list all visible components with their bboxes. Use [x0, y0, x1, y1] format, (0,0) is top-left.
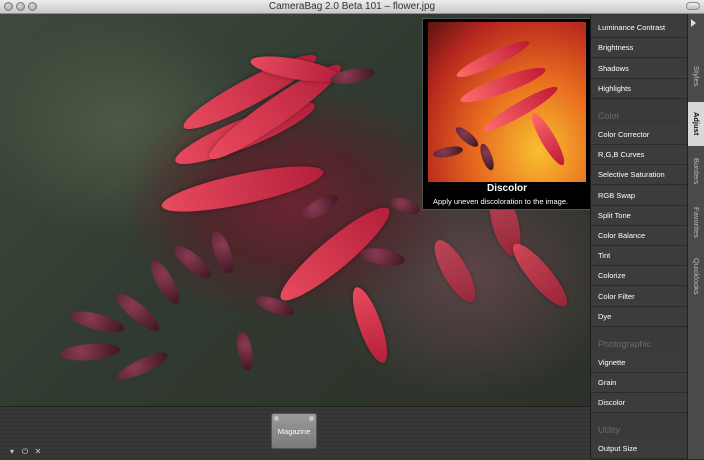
flower-bud — [298, 190, 342, 224]
section-color-header: Color — [598, 111, 620, 121]
adjust-item-split-tone[interactable]: Split Tone — [591, 206, 688, 226]
adjust-item-luminance-contrast[interactable]: Luminance Contrast — [591, 18, 688, 38]
flower-bud — [234, 330, 256, 372]
flower-petal — [505, 237, 575, 313]
adjustments-panel: Luminance Contrast Brightness Shadows Hi… — [590, 14, 688, 459]
close-icon[interactable]: ✕ — [33, 447, 43, 457]
adjust-item-color-balance[interactable]: Color Balance — [591, 226, 688, 246]
adjust-item-discolor[interactable]: Discolor — [591, 393, 688, 413]
flower-bud — [170, 241, 215, 283]
window-title: CameraBag 2.0 Beta 101 – flower.jpg — [268, 1, 436, 12]
tab-favorites-label: Favorites — [692, 206, 701, 238]
toolbar-toggle-button[interactable] — [686, 2, 700, 10]
power-icon[interactable]: ⏻ — [20, 447, 30, 457]
flower-petal — [427, 234, 483, 308]
adjust-item-grain[interactable]: Grain — [591, 373, 688, 393]
flower-bud — [145, 256, 185, 308]
adjust-item-color-corrector[interactable]: Color Corrector — [591, 125, 688, 145]
flower-bud — [59, 341, 121, 363]
adjust-item-vignette[interactable]: Vignette — [591, 353, 688, 373]
flower-bud — [388, 194, 422, 218]
preview-bud — [432, 144, 464, 160]
style-tile-label: Magazine — [277, 427, 311, 436]
flower-bud — [207, 228, 238, 276]
tab-borders-label: Borders — [692, 157, 701, 185]
adjust-item-tint[interactable]: Tint — [591, 246, 688, 266]
tile-remove-icon[interactable] — [309, 416, 314, 421]
title-bar: CameraBag 2.0 Beta 101 – flower.jpg — [0, 0, 704, 14]
section-utility-header: Utility — [598, 425, 620, 435]
adjust-item-rgb-swap[interactable]: RGB Swap — [591, 186, 688, 206]
applied-styles-strip: Magazine ▾ ⏻ ✕ — [0, 406, 590, 460]
flower-bud — [358, 245, 407, 269]
menu-down-icon[interactable]: ▾ — [7, 447, 17, 457]
section-photographic-header: Photographic — [598, 339, 652, 349]
preview-petal — [526, 109, 570, 169]
tab-adjust[interactable]: Adjust — [688, 102, 704, 146]
adjust-item-shadows[interactable]: Shadows — [591, 59, 688, 79]
adjust-item-brightness[interactable]: Brightness — [591, 38, 688, 58]
preview-bud — [477, 142, 497, 172]
tab-styles-label: Styles — [692, 65, 701, 87]
adjust-item-colorize[interactable]: Colorize — [591, 266, 688, 286]
flower-bud — [68, 307, 127, 337]
tab-styles[interactable]: Styles — [688, 50, 704, 102]
tile-handle-icon — [274, 416, 279, 421]
filter-preview-image — [428, 22, 586, 182]
collapse-arrow-icon[interactable] — [691, 19, 696, 27]
flower-bud — [114, 348, 171, 384]
filter-preview-popup: Discolor Apply uneven discoloration to t… — [422, 18, 592, 210]
adjust-item-selective-saturation[interactable]: Selective Saturation — [591, 165, 688, 185]
flower-petal — [345, 283, 395, 367]
tab-borders[interactable]: Borders — [688, 146, 704, 196]
adjust-item-dye[interactable]: Dye — [591, 307, 688, 327]
adjust-item-rgb-curves[interactable]: R,G,B Curves — [591, 145, 688, 165]
adjust-item-output-size[interactable]: Output Size — [591, 439, 688, 459]
tab-favorites[interactable]: Favorites — [688, 196, 704, 248]
tab-quicklooks-label: Quicklooks — [692, 257, 701, 295]
flower-petal — [158, 157, 327, 221]
preview-filter-description: Apply uneven discoloration to the image. — [433, 197, 569, 206]
preview-filter-name: Discolor — [486, 183, 527, 194]
tab-quicklooks[interactable]: Quicklooks — [688, 248, 704, 304]
style-tile-magazine[interactable]: Magazine — [271, 413, 317, 449]
adjust-item-highlights[interactable]: Highlights — [591, 79, 688, 99]
panel-tab-strip: Styles Adjust Borders Favorites Quickloo… — [687, 14, 704, 459]
adjust-item-color-filter[interactable]: Color Filter — [591, 287, 688, 307]
tab-adjust-label: Adjust — [692, 112, 701, 136]
